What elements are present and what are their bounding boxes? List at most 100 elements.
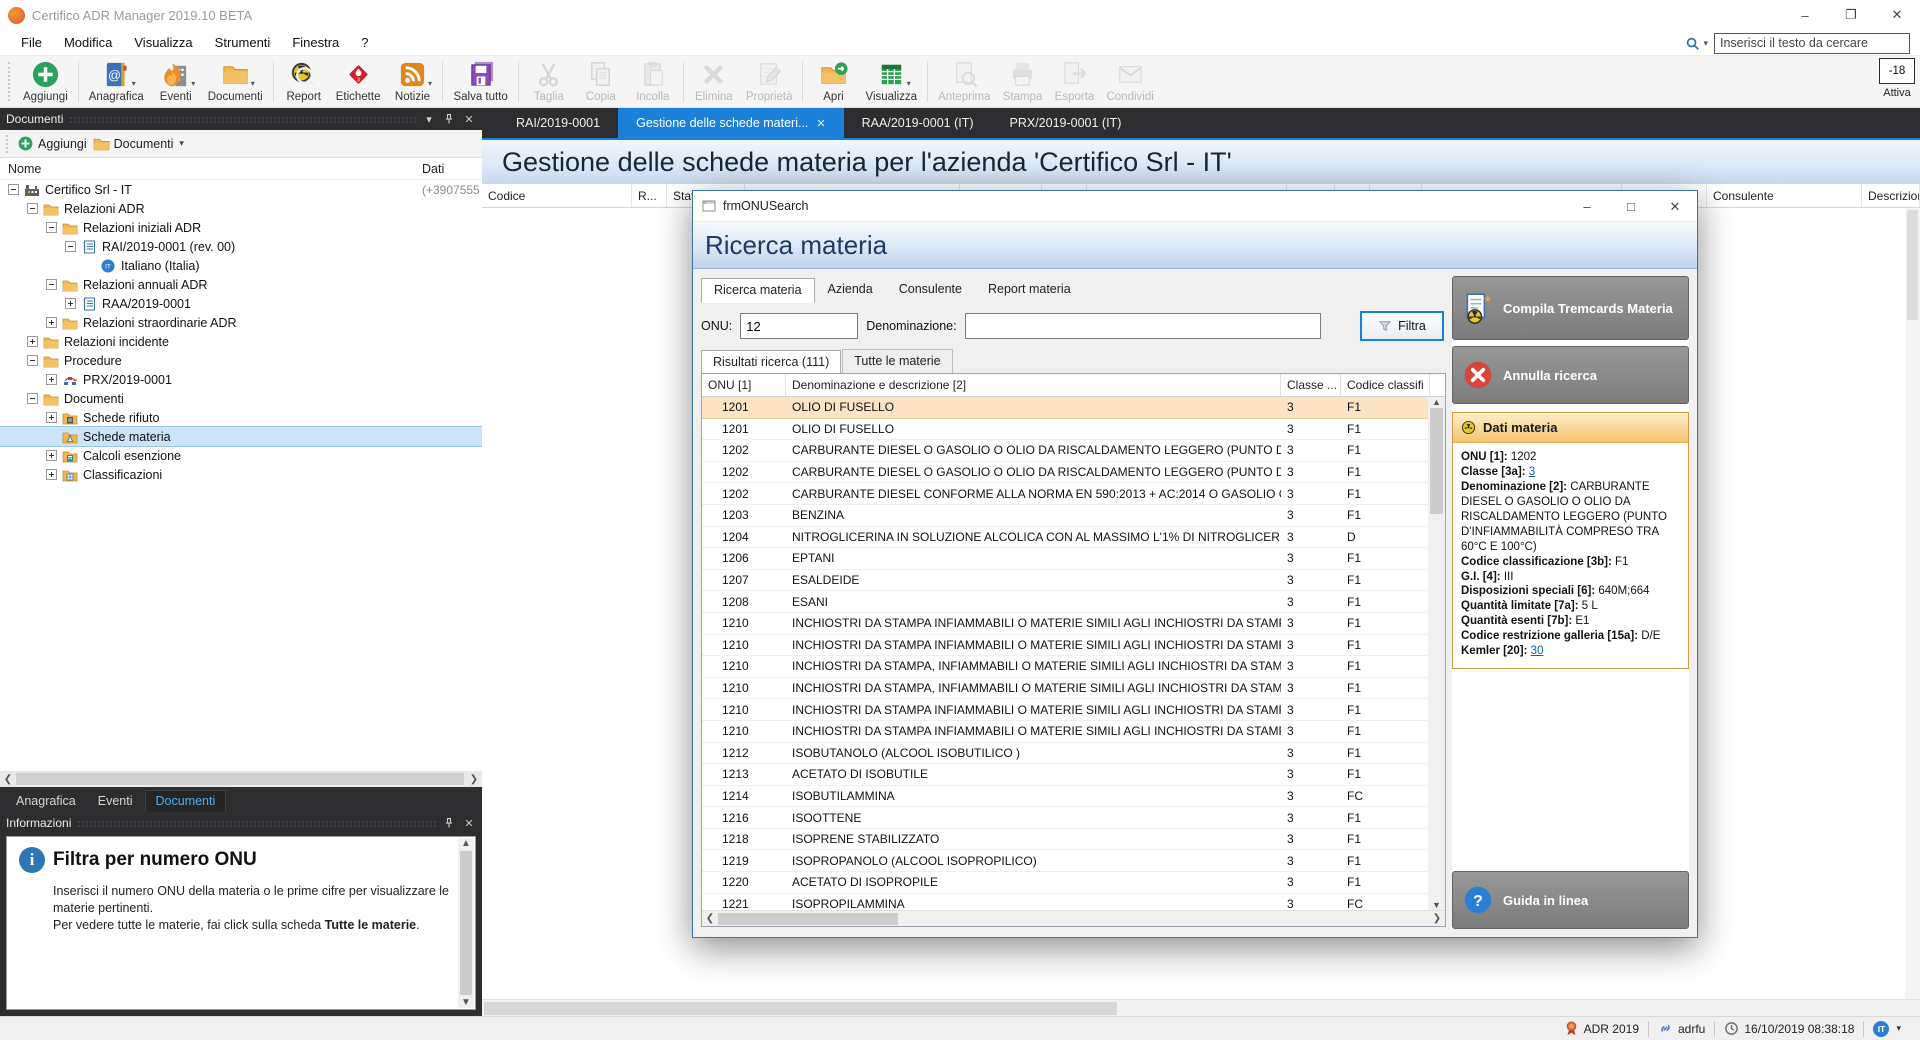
table-row[interactable]: 1201OLIO DI FUSELLO3F1 [702,419,1428,441]
subtab-risultati-ricerca-111-[interactable]: Risultati ricerca (111) [701,350,841,374]
guida-button[interactable]: ? Guida in linea [1452,871,1689,929]
copia-toolbar-button[interactable]: Copia [575,56,627,107]
statusbar-16-10-2019-08-38-18[interactable]: 16/10/2019 08:38:18 [1715,1021,1863,1036]
panel-dropdown-icon[interactable]: ▾ [422,112,436,126]
dialog-tab-ricerca-materia[interactable]: Ricerca materia [701,278,815,303]
apri-toolbar-button[interactable]: Apri [807,56,859,107]
aggiungi-toolbar-button[interactable]: Aggiungi [17,56,74,107]
menu-item-strumenti[interactable]: Strumenti [204,31,282,54]
table-col-denominazione[interactable]: Denominazione e descrizione [2] [786,374,1281,396]
scroll-right-icon[interactable]: ❯ [466,774,482,785]
tree-item-schede-rifiuto[interactable]: Schede rifiuto [0,408,482,427]
salva-tutto-toolbar-button[interactable]: Salva tutto [447,56,513,107]
tree-item-certifico-srl-it[interactable]: Certifico Srl - IT(+3907555 [0,180,482,199]
stampa-toolbar-button[interactable]: Stampa [996,56,1048,107]
report-toolbar-button[interactable]: Report [278,56,330,107]
statusbar-adrfu[interactable]: adrfu [1649,1021,1714,1036]
dialog-tab-consulente[interactable]: Consulente [886,277,975,302]
panel-close-icon[interactable]: ✕ [462,816,476,830]
esporta-toolbar-button[interactable]: Esporta [1048,56,1100,107]
chevron-down-icon[interactable]: ▾ [251,79,255,88]
table-row[interactable]: 1214ISOBUTILAMMINA3FC [702,786,1428,808]
menu-item-help[interactable]: ? [350,31,379,54]
expander-icon[interactable] [65,241,76,252]
anagrafica-toolbar-button[interactable]: @▾Anagrafica [83,56,150,107]
onu-input[interactable] [740,313,858,339]
main-hscrollbar[interactable] [482,999,1920,1016]
dialog-tab-report-materia[interactable]: Report materia [975,277,1084,302]
table-row[interactable]: 1213ACETATO DI ISOBUTILE3F1 [702,764,1428,786]
dialog-minimize-button[interactable]: – [1565,191,1609,222]
dialog-maximize-button[interactable]: □ [1609,191,1653,222]
tree-item-calcoli-esenzione[interactable]: Calcoli esenzione [0,446,482,465]
scroll-left-icon[interactable]: ❮ [0,774,16,785]
table-row[interactable]: 1202CARBURANTE DIESEL O GASOLIO O OLIO D… [702,440,1428,462]
dati-link[interactable]: 3 [1529,466,1535,478]
expander-icon[interactable] [46,374,57,385]
condividi-toolbar-button[interactable]: Condividi [1100,56,1159,107]
tree-hscrollbar[interactable]: ❮ ❯ [0,771,482,787]
table-row[interactable]: 1203BENZINA3F1 [702,505,1428,527]
minimize-button[interactable]: – [1782,0,1828,30]
table-row[interactable]: 1220ACETATO DI ISOPROPILE3F1 [702,872,1428,894]
expander-icon[interactable] [8,184,19,195]
main-hscroll-thumb[interactable] [484,1002,1117,1015]
expander-icon[interactable] [46,279,57,290]
close-button[interactable]: ✕ [1874,0,1920,30]
quick-search-icon[interactable]: ▾ [1685,36,1708,51]
scroll-left-icon[interactable]: ❮ [702,913,718,924]
expander-icon[interactable] [46,412,57,423]
expander-icon[interactable] [27,393,38,404]
main-vscrollbar[interactable] [1905,208,1920,999]
expander-icon[interactable] [27,203,38,214]
dati-link[interactable]: 30 [1531,645,1544,657]
table-col-classe[interactable]: Classe ... [1281,374,1341,396]
subtab-tutte-le-materie[interactable]: Tutte le materie [842,349,952,373]
main-vscroll-thumb[interactable] [1907,210,1918,320]
menu-item-finestra[interactable]: Finestra [281,31,350,54]
table-row[interactable]: 1206EPTANI3F1 [702,548,1428,570]
visualizza-toolbar-button[interactable]: ▾Visualizza [859,56,923,107]
tree-item-schede-materia[interactable]: Schede materia [0,427,482,446]
eventi-toolbar-button[interactable]: ▾Eventi [150,56,202,107]
tree-item-procedure[interactable]: Procedure [0,351,482,370]
table-row[interactable]: 1204NITROGLICERINA IN SOLUZIONE ALCOLICA… [702,527,1428,549]
search-caret-icon[interactable]: ▾ [1703,38,1708,49]
taglia-toolbar-button[interactable]: Taglia [523,56,575,107]
chevron-down-icon[interactable]: ▾ [132,79,136,88]
etichette-toolbar-button[interactable]: 3Etichette [330,56,387,107]
license-value[interactable]: -18 [1879,58,1915,84]
table-row[interactable]: 1201OLIO DI FUSELLO3F1 [702,397,1428,419]
bottom-tab-eventi[interactable]: Eventi [88,791,143,812]
panel-close-icon[interactable]: ✕ [462,112,476,126]
table-row[interactable]: 1219ISOPROPANOLO (ALCOOL ISOPROPILICO)3F… [702,850,1428,872]
table-row[interactable]: 1210INCHIOSTRI DA STAMPA INFIAMMABILI O … [702,699,1428,721]
notizie-toolbar-button[interactable]: ▾Notizie [386,56,438,107]
filtra-button[interactable]: Filtra [1360,311,1444,341]
tree-item-italiano-italia-[interactable]: ITItaliano (Italia) [0,256,482,275]
table-row[interactable]: 1208ESANI3F1 [702,591,1428,613]
tree-item-prx-2019-0001[interactable]: PRX/2019-0001 [0,370,482,389]
expander-icon[interactable] [46,469,57,480]
statusbar-adr-2019[interactable]: ADR 2019 [1555,1021,1648,1036]
tree-item-relazioni-annuali-adr[interactable]: Relazioni annuali ADR [0,275,482,294]
chevron-down-icon[interactable]: ▾ [191,79,195,88]
tab-gestione-delle-schede-materi-[interactable]: Gestione delle schede materi...✕ [618,108,844,138]
tree-item-relazioni-iniziali-adr[interactable]: Relazioni iniziali ADR [0,218,482,237]
proprietà-toolbar-button[interactable]: Proprietà [740,56,799,107]
table-row[interactable]: 1216ISOOTTENE3F1 [702,807,1428,829]
pin-icon[interactable] [442,112,456,126]
chevron-down-icon[interactable]: ▾ [907,79,911,88]
expander-icon[interactable] [46,450,57,461]
chevron-down-icon[interactable]: ▾ [1896,1023,1901,1034]
chevron-down-icon[interactable]: ▾ [428,79,432,88]
tree-col-nome[interactable]: Nome [0,162,41,176]
expander-icon[interactable] [46,317,57,328]
table-row[interactable]: 1202CARBURANTE DIESEL O GASOLIO O OLIO D… [702,462,1428,484]
table-row[interactable]: 1210INCHIOSTRI DA STAMPA INFIAMMABILI O … [702,721,1428,743]
info-vscroll-thumb[interactable] [460,851,472,995]
grid-col-codice[interactable]: Codice [482,184,632,207]
table-hscrollbar[interactable]: ❮ ❯ [702,910,1445,926]
denominazione-input[interactable] [965,313,1321,339]
tree-add-button[interactable]: Aggiungi [17,135,87,152]
